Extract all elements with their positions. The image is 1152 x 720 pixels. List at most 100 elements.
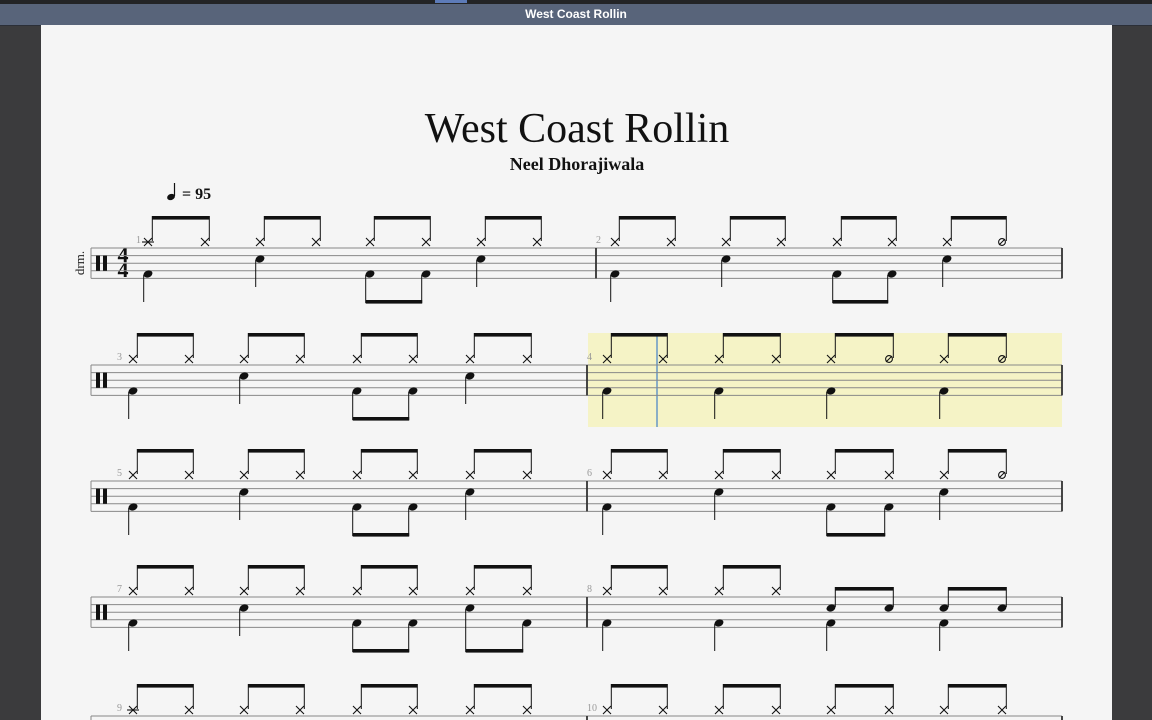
beam — [361, 565, 418, 569]
score-page: West Coast Rollin Neel Dhorajiwala = 95 … — [41, 25, 1112, 720]
instrument-name: drm. — [72, 251, 87, 275]
beam — [374, 216, 431, 220]
hihat-notehead — [939, 470, 949, 480]
hihat-notehead — [721, 237, 731, 247]
measure-8[interactable]: 8 — [587, 565, 1007, 651]
hihat-notehead — [365, 237, 375, 247]
beam — [948, 684, 1007, 688]
hihat-notehead — [408, 705, 418, 715]
hihat-notehead — [184, 705, 194, 715]
beam — [723, 333, 781, 337]
beam — [611, 333, 668, 337]
active-tab-indicator[interactable] — [435, 0, 467, 3]
beam — [248, 333, 305, 337]
beam — [611, 684, 668, 688]
measure-number: 8 — [587, 584, 592, 595]
beam — [474, 333, 532, 337]
measure-3[interactable]: 3 — [117, 333, 532, 421]
hihat-notehead — [522, 586, 532, 596]
hihat-notehead — [884, 470, 894, 480]
beam — [152, 216, 210, 220]
tempo-marking[interactable]: = 95 — [166, 183, 211, 203]
staff-system: 9 10 — [90, 684, 1063, 720]
hihat-notehead — [295, 586, 305, 596]
measure-number: 1 — [136, 235, 141, 246]
beam — [361, 449, 418, 453]
beam — [264, 216, 321, 220]
measure-9[interactable]: 9 — [117, 684, 532, 715]
measure-10[interactable]: 10 — [587, 684, 1007, 715]
beam — [361, 684, 418, 688]
window-title: West Coast Rollin — [0, 4, 1152, 26]
measure-7[interactable]: 7 — [117, 565, 532, 653]
hihat-notehead — [714, 470, 724, 480]
hihat-notehead — [522, 470, 532, 480]
tempo-text: = 95 — [182, 186, 211, 203]
hihat-notehead — [311, 237, 321, 247]
beam — [948, 333, 1007, 337]
beam — [137, 684, 194, 688]
beam — [352, 417, 410, 421]
hihat-notehead — [239, 354, 249, 364]
hihat-notehead — [658, 705, 668, 715]
hihat-notehead — [295, 354, 305, 364]
beam — [248, 565, 305, 569]
hihat-notehead — [239, 705, 249, 715]
beam — [474, 684, 532, 688]
beam — [137, 449, 194, 453]
beam — [841, 216, 897, 220]
measure-2[interactable]: 2 — [596, 216, 1007, 304]
hihat-notehead — [714, 705, 724, 715]
hihat-notehead — [408, 586, 418, 596]
beam — [611, 565, 668, 569]
beam — [619, 216, 676, 220]
hihat-notehead — [184, 586, 194, 596]
hihat-notehead — [776, 237, 786, 247]
hihat-notehead — [352, 470, 362, 480]
measure-number: 3 — [117, 352, 122, 363]
hihat-notehead — [295, 470, 305, 480]
measure-number: 6 — [587, 468, 592, 479]
beam — [611, 449, 668, 453]
beam — [951, 216, 1007, 220]
measure-6[interactable]: 6 — [587, 449, 1007, 537]
beam — [948, 449, 1007, 453]
beam — [835, 333, 894, 337]
hihat-notehead — [200, 237, 210, 247]
hihat-notehead — [352, 586, 362, 596]
hihat-notehead — [602, 586, 612, 596]
hihat-notehead — [532, 237, 542, 247]
beam — [474, 565, 532, 569]
beam — [474, 449, 532, 453]
hihat-notehead — [666, 237, 676, 247]
beam — [248, 684, 305, 688]
hihat-notehead — [602, 705, 612, 715]
hihat-notehead — [255, 237, 265, 247]
score-title[interactable]: West Coast Rollin — [425, 106, 730, 152]
hihat-notehead — [522, 705, 532, 715]
hihat-notehead — [884, 705, 894, 715]
measure-number: 7 — [117, 584, 122, 595]
staff-system: 56 — [90, 449, 1063, 537]
hihat-notehead — [658, 470, 668, 480]
hihat-notehead — [352, 705, 362, 715]
measure-1[interactable]: 1 — [136, 216, 542, 304]
score-composer[interactable]: Neel Dhorajiwala — [510, 154, 644, 174]
beam — [361, 333, 418, 337]
hihat-notehead — [128, 470, 138, 480]
hihat-notehead — [602, 470, 612, 480]
measure-number: 2 — [596, 235, 601, 246]
hihat-notehead — [421, 237, 431, 247]
beam — [352, 649, 410, 653]
hihat-notehead — [128, 586, 138, 596]
score-canvas[interactable]: West Coast Rollin Neel Dhorajiwala = 95 … — [41, 25, 1112, 720]
hihat-notehead — [826, 705, 836, 715]
hihat-notehead — [352, 354, 362, 364]
hihat-notehead — [295, 705, 305, 715]
hihat-notehead — [128, 354, 138, 364]
hihat-notehead — [771, 470, 781, 480]
hihat-notehead — [408, 470, 418, 480]
measure-5[interactable]: 5 — [117, 449, 532, 537]
hihat-notehead — [465, 705, 475, 715]
hihat-notehead — [465, 586, 475, 596]
